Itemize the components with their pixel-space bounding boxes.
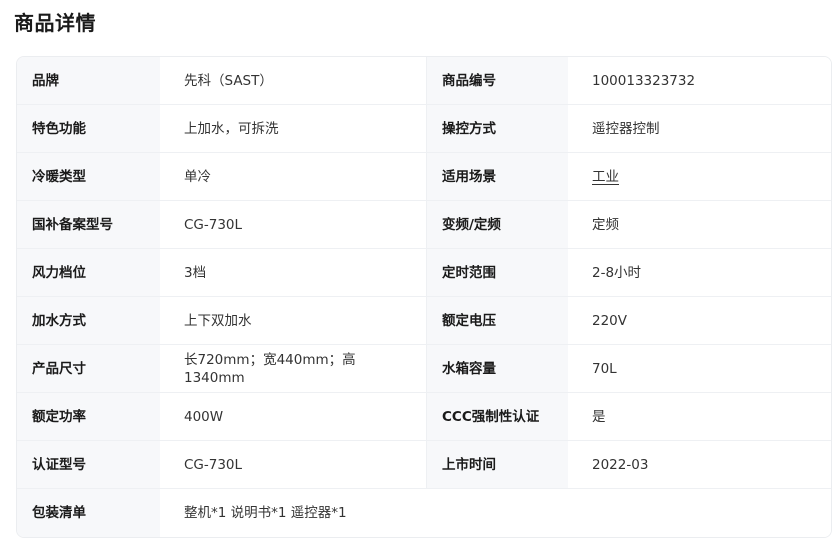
spec-label: 变频/定频 <box>426 201 568 248</box>
spec-label: 额定电压 <box>426 297 568 344</box>
spec-label: 定时范围 <box>426 249 568 296</box>
page-title: 商品详情 <box>14 11 96 35</box>
spec-label: 水箱容量 <box>426 345 568 392</box>
spec-value: 2022-03 <box>568 441 831 488</box>
spec-label: 上市时间 <box>426 441 568 488</box>
spec-value: 是 <box>568 393 831 440</box>
spec-label: 加水方式 <box>17 297 160 344</box>
spec-label: 额定功率 <box>17 393 160 440</box>
spec-value: 70L <box>568 345 831 392</box>
spec-row: 冷暖类型 单冷 适用场景 工业 <box>17 153 831 201</box>
spec-label: 商品编号 <box>426 57 568 104</box>
spec-row-package: 包装清单 整机*1 说明书*1 遥控器*1 <box>17 489 831 537</box>
spec-value: 220V <box>568 297 831 344</box>
spec-label: CCC强制性认证 <box>426 393 568 440</box>
spec-value: 上下双加水 <box>160 297 426 344</box>
package-list-value: 整机*1 说明书*1 遥控器*1 <box>160 489 831 537</box>
spec-value: CG-730L <box>160 441 426 488</box>
spec-label: 品牌 <box>17 57 160 104</box>
spec-row: 特色功能 上加水，可拆洗 操控方式 遥控器控制 <box>17 105 831 153</box>
spec-label: 特色功能 <box>17 105 160 152</box>
spec-value: 长720mm；宽440mm；高1340mm <box>160 345 426 392</box>
spec-value: 2-8小时 <box>568 249 831 296</box>
scene-link-text[interactable]: 工业 <box>592 168 619 186</box>
spec-row: 风力档位 3档 定时范围 2-8小时 <box>17 249 831 297</box>
spec-value: 遥控器控制 <box>568 105 831 152</box>
spec-label: 产品尺寸 <box>17 345 160 392</box>
spec-label: 风力档位 <box>17 249 160 296</box>
spec-label: 包装清单 <box>17 489 160 537</box>
spec-label: 冷暖类型 <box>17 153 160 200</box>
spec-value: 定频 <box>568 201 831 248</box>
spec-row: 国补备案型号 CG-730L 变频/定频 定频 <box>17 201 831 249</box>
spec-value: 先科（SAST） <box>160 57 426 104</box>
spec-value: 上加水，可拆洗 <box>160 105 426 152</box>
spec-table: 品牌 先科（SAST） 商品编号 100013323732 特色功能 上加水，可… <box>16 56 832 538</box>
spec-value: 400W <box>160 393 426 440</box>
spec-row: 产品尺寸 长720mm；宽440mm；高1340mm 水箱容量 70L <box>17 345 831 393</box>
spec-label: 适用场景 <box>426 153 568 200</box>
spec-label: 操控方式 <box>426 105 568 152</box>
spec-row: 额定功率 400W CCC强制性认证 是 <box>17 393 831 441</box>
spec-value: 100013323732 <box>568 57 831 104</box>
spec-value: 单冷 <box>160 153 426 200</box>
spec-row: 加水方式 上下双加水 额定电压 220V <box>17 297 831 345</box>
scene-link[interactable]: 工业 <box>568 153 831 200</box>
spec-label: 国补备案型号 <box>17 201 160 248</box>
spec-value: CG-730L <box>160 201 426 248</box>
spec-row: 品牌 先科（SAST） 商品编号 100013323732 <box>17 57 831 105</box>
spec-label: 认证型号 <box>17 441 160 488</box>
spec-row: 认证型号 CG-730L 上市时间 2022-03 <box>17 441 831 489</box>
spec-value: 3档 <box>160 249 426 296</box>
